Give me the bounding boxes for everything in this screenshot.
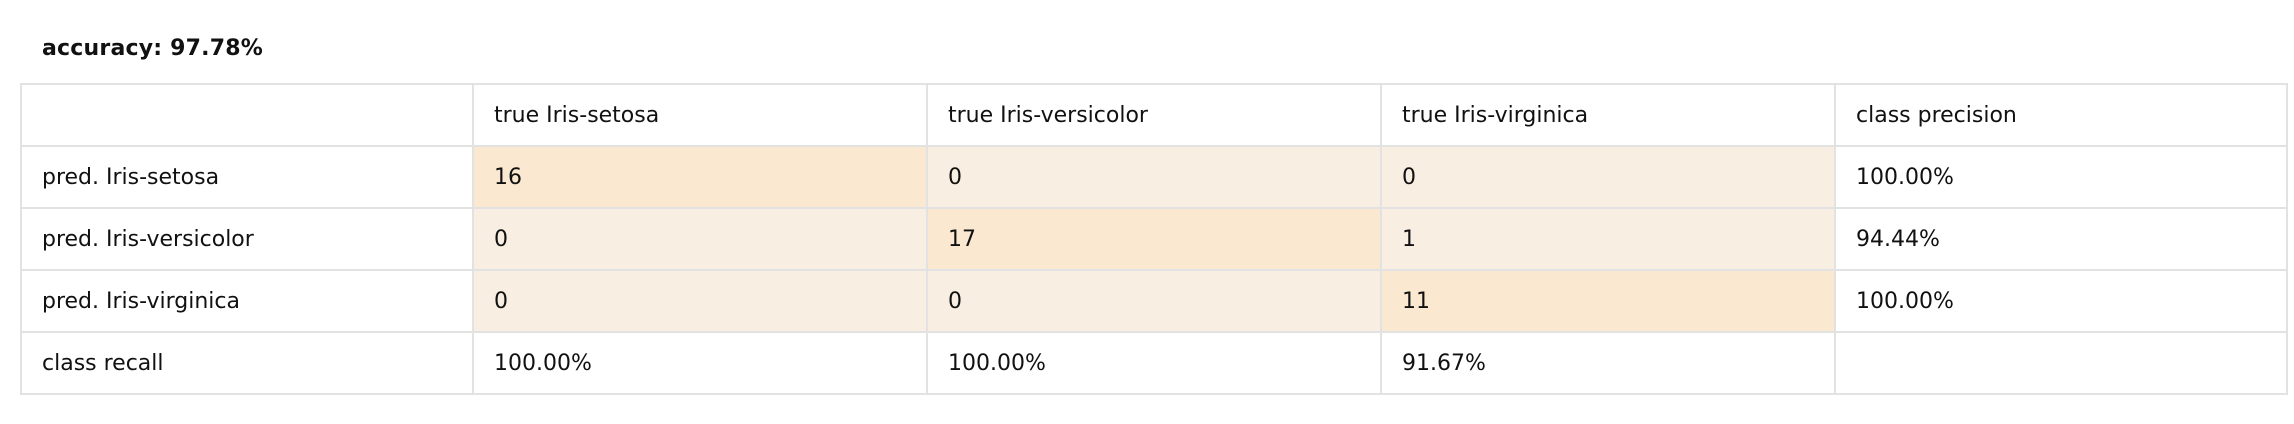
matrix-cell: 0 bbox=[472, 269, 928, 333]
matrix-cell: 1 bbox=[1380, 207, 1836, 271]
col-header-true-iris-virginica: true Iris-virginica bbox=[1380, 83, 1836, 147]
empty-corner-cell bbox=[1834, 331, 2288, 395]
col-header-class-precision: class precision bbox=[1834, 83, 2288, 147]
col-header-true-iris-versicolor: true Iris-versicolor bbox=[926, 83, 1382, 147]
col-header-true-iris-setosa: true Iris-setosa bbox=[472, 83, 928, 147]
table-row: pred. Iris-versicolor 0 17 1 94.44% bbox=[20, 207, 2288, 271]
matrix-cell: 0 bbox=[1380, 145, 1836, 209]
matrix-cell: 0 bbox=[926, 145, 1382, 209]
matrix-cell: 0 bbox=[472, 207, 928, 271]
matrix-cell: 0 bbox=[926, 269, 1382, 333]
matrix-cell: 11 bbox=[1380, 269, 1836, 333]
recall-cell: 91.67% bbox=[1380, 331, 1836, 395]
recall-cell: 100.00% bbox=[926, 331, 1382, 395]
confusion-matrix-table: true Iris-setosa true Iris-versicolor tr… bbox=[20, 83, 2288, 395]
corner-cell bbox=[20, 83, 474, 147]
row-label-pred-iris-setosa: pred. Iris-setosa bbox=[20, 145, 474, 209]
precision-cell: 100.00% bbox=[1834, 145, 2288, 209]
matrix-cell: 17 bbox=[926, 207, 1382, 271]
table-row: pred. Iris-setosa 16 0 0 100.00% bbox=[20, 145, 2288, 209]
header-row: true Iris-setosa true Iris-versicolor tr… bbox=[20, 83, 2288, 147]
matrix-cell: 16 bbox=[472, 145, 928, 209]
row-label-pred-iris-virginica: pred. Iris-virginica bbox=[20, 269, 474, 333]
table-row: pred. Iris-virginica 0 0 11 100.00% bbox=[20, 269, 2288, 333]
accuracy-label: accuracy: 97.78% bbox=[42, 36, 263, 61]
recall-cell: 100.00% bbox=[472, 331, 928, 395]
row-label-pred-iris-versicolor: pred. Iris-versicolor bbox=[20, 207, 474, 271]
recall-row: class recall 100.00% 100.00% 91.67% bbox=[20, 331, 2288, 395]
row-label-class-recall: class recall bbox=[20, 331, 474, 395]
precision-cell: 94.44% bbox=[1834, 207, 2288, 271]
precision-cell: 100.00% bbox=[1834, 269, 2288, 333]
